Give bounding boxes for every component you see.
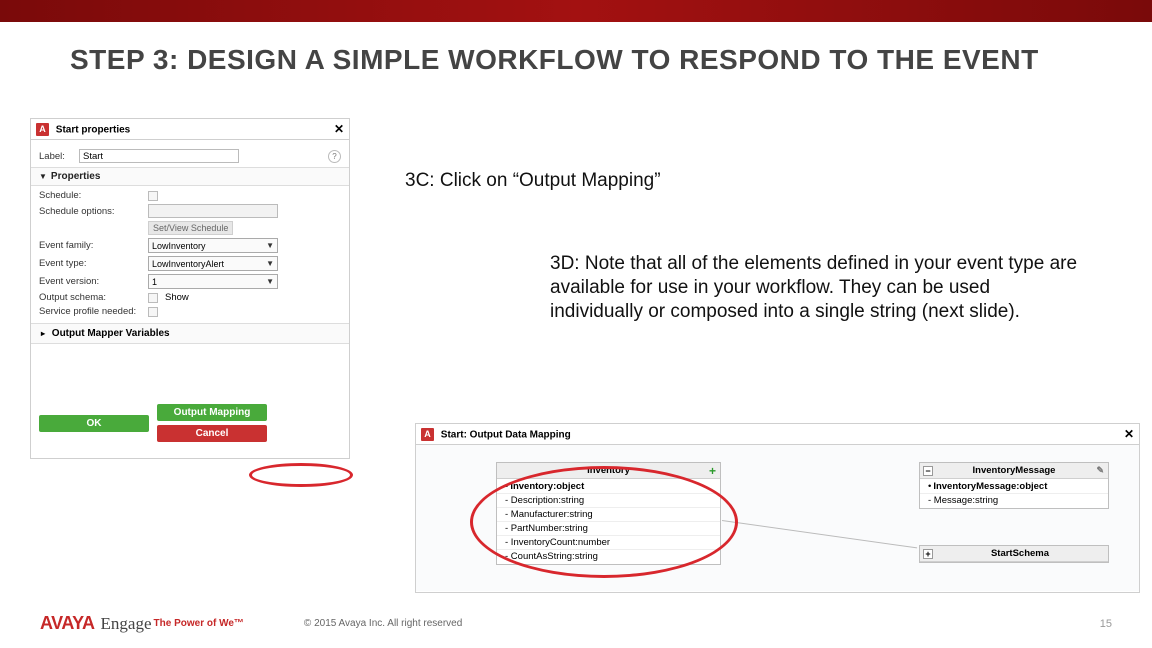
output-schema-show-label: Show (165, 292, 189, 303)
properties-section-header[interactable]: ▼ Properties (31, 167, 349, 186)
service-profile-label: Service profile needed: (39, 306, 144, 317)
schema-item[interactable]: - InventoryCount:number (497, 536, 720, 550)
schema-item[interactable]: - Description:string (497, 494, 720, 508)
slide-title: STEP 3: DESIGN A SIMPLE WORKFLOW TO RESP… (70, 44, 1112, 76)
set-view-schedule-button[interactable]: Set/View Schedule (148, 221, 233, 235)
avaya-brand-logo: AVAYA (40, 613, 95, 634)
avaya-logo-icon: A (421, 428, 434, 441)
help-icon[interactable]: ? (328, 150, 341, 163)
schedule-options-label: Schedule options: (39, 206, 144, 217)
inventory-schema-title: Inventory + (497, 463, 720, 479)
label-label: Label: (39, 151, 75, 162)
note-3d: 3D: Note that all of the elements define… (550, 252, 1080, 323)
output-mapping-button[interactable]: Output Mapping (157, 404, 267, 421)
event-family-select[interactable]: LowInventory▼ (148, 238, 278, 253)
close-icon[interactable]: ✕ (1124, 427, 1134, 441)
schema-item[interactable]: - Message:string (920, 494, 1108, 507)
schema-item[interactable]: •InventoryMessage:object (920, 480, 1108, 494)
schema-item[interactable]: - PartNumber:string (497, 522, 720, 536)
event-family-label: Event family: (39, 240, 144, 251)
panel-title-text: Start properties (56, 124, 130, 135)
engage-script: Engage (101, 614, 152, 634)
output-mapper-variables-section[interactable]: ▸ Output Mapper Variables (31, 323, 349, 344)
edit-icon[interactable]: ✎ (1096, 465, 1104, 476)
schema-item[interactable]: - CountAsString:string (497, 550, 720, 563)
inventory-message-schema-box: − InventoryMessage ✎ •InventoryMessage:o… (919, 462, 1109, 509)
inventory-schema-box: Inventory + •Inventory:object - Descript… (496, 462, 721, 565)
schedule-label: Schedule: (39, 190, 144, 201)
connector-line (722, 520, 917, 548)
properties-section-label: Properties (51, 171, 100, 182)
expand-icon[interactable]: + (923, 549, 933, 559)
event-type-select[interactable]: LowInventoryAlert▼ (148, 256, 278, 271)
emphasis-ellipse-output-mapping (249, 463, 353, 487)
inventory-message-schema-title: − InventoryMessage ✎ (920, 463, 1108, 479)
avaya-logo-icon: A (36, 123, 49, 136)
start-schema-title: + StartSchema (920, 546, 1108, 562)
caret-right-icon: ▸ (41, 329, 45, 338)
schedule-options-input[interactable] (148, 204, 278, 218)
start-schema-box: + StartSchema (919, 545, 1109, 563)
schema-item[interactable]: - Manufacturer:string (497, 508, 720, 522)
footer: AVAYA Engage The Power of We™ © 2015 Ava… (40, 613, 1112, 634)
output-schema-checkbox[interactable] (148, 293, 158, 303)
brand-band (0, 0, 1152, 22)
schema-item[interactable]: •Inventory:object (497, 480, 720, 494)
note-3c: 3C: Click on “Output Mapping” (405, 170, 661, 192)
panel-titlebar: A Start properties ✕ (31, 119, 349, 140)
page-number: 15 (1100, 618, 1112, 630)
event-version-label: Event version: (39, 276, 144, 287)
panel2-titlebar: A Start: Output Data Mapping ✕ (416, 424, 1139, 445)
copyright: © 2015 Avaya Inc. All right reserved (304, 618, 462, 629)
output-schema-label: Output schema: (39, 292, 144, 303)
start-properties-panel: A Start properties ✕ Label: ? ▼ Properti… (30, 118, 350, 459)
label-input[interactable] (79, 149, 239, 163)
event-type-label: Event type: (39, 258, 144, 269)
panel2-title-text: Start: Output Data Mapping (441, 429, 571, 440)
cancel-button[interactable]: Cancel (157, 425, 267, 442)
event-version-select[interactable]: 1▼ (148, 274, 278, 289)
tagline: The Power of We™ (154, 618, 244, 629)
schedule-checkbox[interactable] (148, 191, 158, 201)
plus-icon[interactable]: + (709, 464, 716, 478)
service-profile-checkbox[interactable] (148, 307, 158, 317)
caret-down-icon: ▼ (39, 172, 47, 181)
output-data-mapping-panel: A Start: Output Data Mapping ✕ Inventory… (415, 423, 1140, 593)
ok-button[interactable]: OK (39, 415, 149, 432)
collapse-icon[interactable]: − (923, 466, 933, 476)
close-icon[interactable]: ✕ (334, 122, 344, 136)
